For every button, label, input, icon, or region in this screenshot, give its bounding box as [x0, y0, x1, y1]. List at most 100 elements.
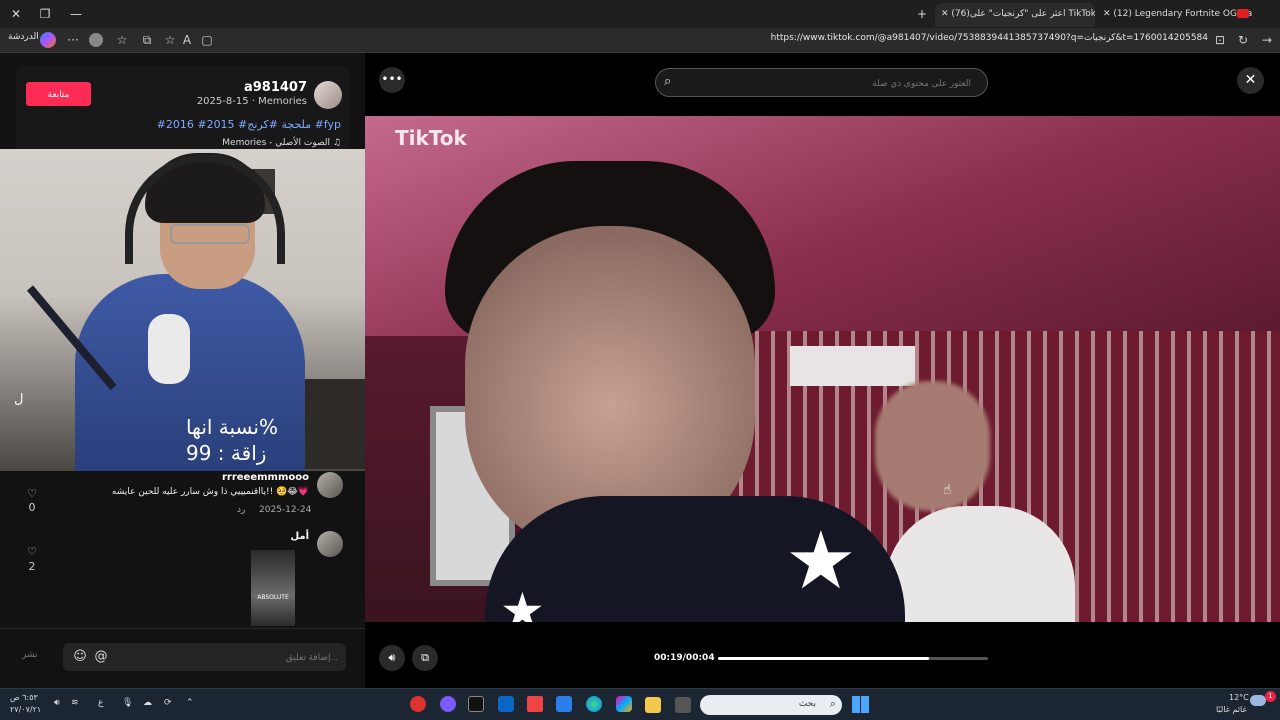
close-button[interactable]: ✕	[1237, 67, 1264, 94]
split-screen-icon[interactable]: ▢	[198, 31, 216, 49]
cursor-icon: ☝	[943, 482, 952, 498]
outlook-icon[interactable]	[498, 696, 514, 712]
tab-youtube[interactable]: ✕ (12) Legendary Fortnite OG Dance	[1097, 3, 1252, 27]
search-icon[interactable]: ⌕	[664, 74, 671, 89]
video-air-conditioner	[790, 346, 915, 386]
video-player[interactable]: ★ ★ TikTok ☝	[365, 116, 1280, 622]
favorites-icon[interactable]: ☆	[161, 31, 179, 49]
more-options-icon[interactable]: ···	[64, 31, 82, 49]
read-aloud-icon[interactable]: A	[178, 31, 196, 49]
commenter-avatar[interactable]	[317, 472, 343, 498]
shirt-star: ★	[785, 514, 857, 607]
edge-icon[interactable]	[586, 696, 602, 712]
search-input[interactable]	[691, 74, 971, 92]
tiktok-watermark: TikTok	[395, 126, 467, 150]
music-note-icon: ♫	[332, 138, 341, 148]
address-bar-url[interactable]: https://www.tiktok.com/@a981407/video/75…	[710, 33, 1208, 43]
post-comment-button[interactable]: نشر	[22, 650, 38, 660]
post-meta: 2025-8-15 · Memories	[196, 96, 307, 107]
app-icon-1[interactable]	[410, 696, 426, 712]
copilot-taskbar-icon[interactable]	[616, 696, 632, 712]
new-tab-icon[interactable]: +	[912, 4, 932, 24]
tab-tiktok[interactable]: ✕ (76)اعثر على "كرنجيات" على TikTok	[935, 3, 1095, 27]
weather-temp[interactable]: 12°C	[1229, 693, 1249, 702]
microphone	[148, 314, 190, 384]
back-icon[interactable]: →	[1258, 31, 1276, 49]
clock-date[interactable]: ٢٧/٠٧/٢١	[10, 705, 41, 714]
tab-close-icon[interactable]: ✕	[941, 9, 951, 19]
site-info-icon[interactable]: ⊡	[1211, 31, 1229, 49]
webcam-side-text: ل	[14, 392, 24, 407]
progress-fill	[718, 657, 929, 660]
tab-title: (12) Legendary Fortnite OG Dance	[1113, 9, 1252, 19]
overlay-text-line1: نسبة انها%	[186, 415, 278, 439]
video-time: 00:19/00:04	[654, 653, 715, 663]
collections-icon[interactable]: ☆	[113, 31, 131, 49]
weather-desc[interactable]: غائم غالبًا	[1216, 705, 1247, 714]
picture-in-picture-icon[interactable]: ⧉	[412, 645, 438, 671]
app-icon-2[interactable]	[440, 696, 456, 712]
wifi-icon[interactable]: ≋	[71, 698, 79, 708]
windows-start-icon[interactable]	[852, 696, 869, 713]
taskbar-search[interactable]: بحث ⌕	[700, 695, 842, 715]
minimize-window-icon[interactable]: —	[66, 4, 86, 24]
follow-button[interactable]: متابعة	[26, 82, 91, 106]
search-icon: ⌕	[829, 697, 836, 710]
weather-icon[interactable]	[1250, 695, 1266, 706]
overlay-text-line2: زاقة : 99	[186, 441, 267, 465]
comment-date: 2025-12-24	[259, 505, 312, 515]
file-explorer-icon[interactable]	[645, 697, 661, 713]
background-person	[875, 381, 990, 511]
glasses	[170, 224, 250, 244]
close-window-icon[interactable]: ✕	[6, 4, 26, 24]
refresh-icon[interactable]: ↻	[1234, 31, 1252, 49]
capcut-icon[interactable]	[468, 696, 484, 712]
sync-tray-icon[interactable]: ⟳	[164, 698, 172, 708]
comment-sticker-image[interactable]: ABSOLUTE	[251, 550, 295, 626]
browser-toolbar: الدردشة ··· ☆ ⧉ ☆ A ▢ https://www.tiktok…	[0, 28, 1280, 53]
heart-icon[interactable]: ♡	[22, 545, 42, 558]
microphone-tray-icon[interactable]: 🎙︎	[122, 698, 133, 708]
comment-username[interactable]: rrreeemmmooo	[222, 472, 309, 483]
chat-button[interactable]: الدردشة	[8, 32, 39, 42]
comment-text: يااقنميييي ذا وش سارر عليه للحين عايشه!!…	[111, 487, 309, 497]
youtube-icon	[1237, 9, 1249, 18]
clock-time[interactable]: ٦:٥٣ ص	[10, 693, 38, 702]
shirt-star: ★	[500, 582, 545, 622]
emoji-icon[interactable]: ☺	[72, 649, 88, 665]
notification-badge: 1	[1265, 691, 1276, 702]
gift-icon[interactable]	[527, 696, 543, 712]
browser-tab-bar: ✕ ❐ — + ✕ (76)اعثر على "كرنجيات" على Tik…	[0, 0, 1280, 28]
post-sound[interactable]: Memories - الصوت الأصلي ♫	[222, 138, 341, 148]
volume-tray-icon[interactable]: 🔊︎	[54, 698, 60, 708]
extensions-icon[interactable]: ⧉	[138, 31, 156, 49]
search-bar: ⌕	[655, 68, 988, 97]
reply-button[interactable]: رد	[237, 505, 245, 515]
comment-username[interactable]: أمل	[290, 531, 309, 542]
like-count: 2	[28, 560, 36, 573]
progress-bar[interactable]	[718, 657, 988, 660]
profile-avatar[interactable]	[89, 33, 103, 47]
taskbar-search-label: بحث	[798, 699, 816, 709]
webcam-overlay: ل نسبة انها% زاقة : 99	[0, 149, 408, 471]
volume-icon[interactable]: 🔊︎	[379, 645, 405, 671]
store-icon[interactable]	[556, 696, 572, 712]
more-options-button[interactable]: •••	[379, 67, 405, 93]
mention-icon[interactable]: @	[93, 649, 109, 665]
copilot-icon[interactable]	[40, 32, 56, 48]
author-avatar[interactable]	[314, 81, 342, 109]
show-hidden-icons[interactable]: ⌃	[186, 698, 194, 708]
author-username[interactable]: a981407	[244, 80, 307, 95]
app-icon-3[interactable]	[675, 697, 691, 713]
sound-label: Memories - الصوت الأصلي	[222, 138, 331, 148]
chat-label: الدردشة	[8, 32, 39, 42]
network-tray-icon[interactable]: ☁	[143, 698, 152, 708]
commenter-avatar[interactable]	[317, 531, 343, 557]
restore-window-icon[interactable]: ❐	[35, 4, 55, 24]
post-hashtags[interactable]: #2016 #2015 #ملحجة #كرنج #fyp	[157, 118, 341, 131]
tab-close-icon[interactable]: ✕	[1103, 9, 1113, 19]
heart-icon[interactable]: ♡	[22, 487, 42, 500]
language-indicator[interactable]: ع	[98, 698, 103, 708]
like-count: 0	[28, 501, 36, 514]
tab-title: (76)اعثر على "كرنجيات" على TikTok	[951, 9, 1095, 19]
